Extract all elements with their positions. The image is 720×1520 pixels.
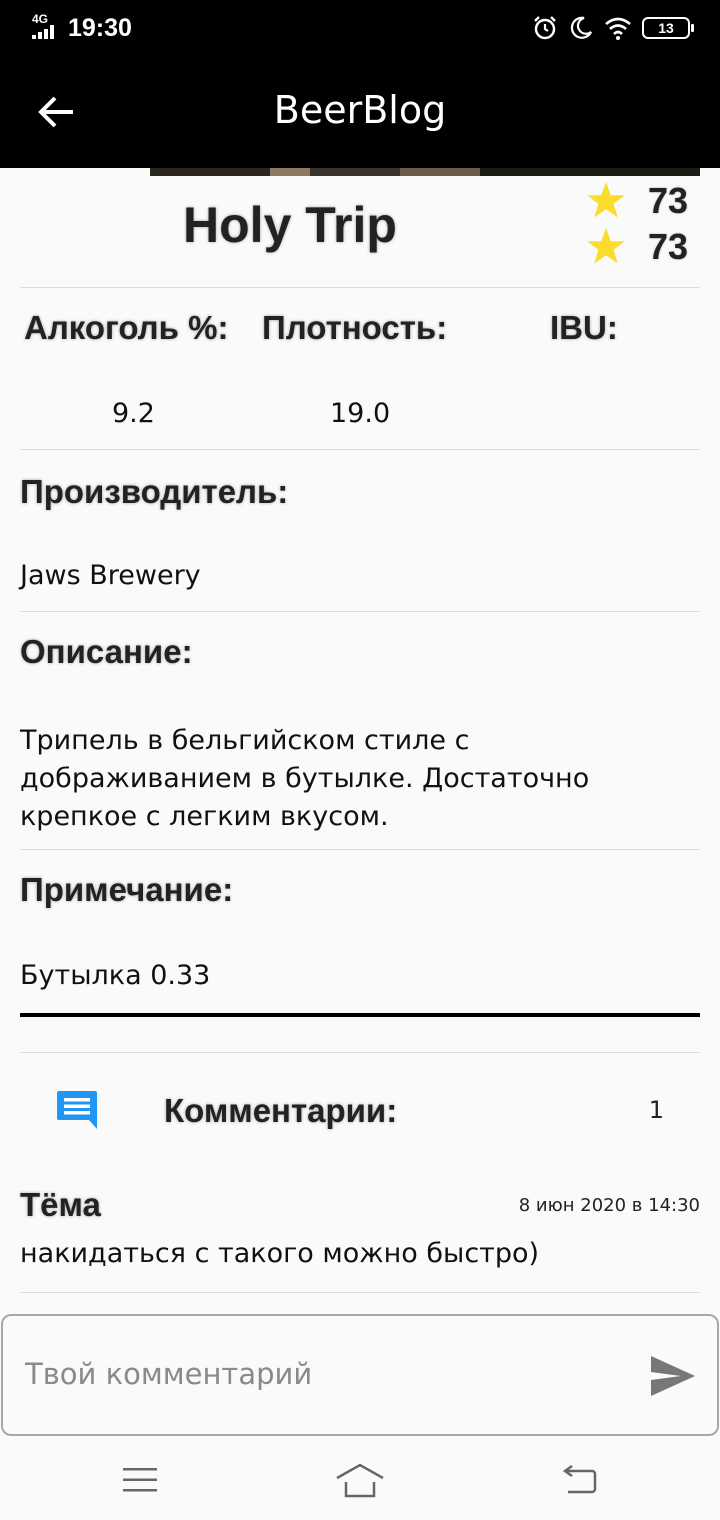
divider <box>20 449 700 450</box>
wifi-icon <box>605 17 631 40</box>
star-icon <box>587 228 625 264</box>
divider <box>20 1052 700 1053</box>
density-label: Плотность: <box>262 309 448 346</box>
status-bar: 4G 19:30 13 <box>0 0 720 56</box>
battery-icon: 13 <box>642 17 694 39</box>
ibu-label: IBU: <box>550 309 618 346</box>
beer-photo <box>0 168 720 176</box>
rating-value: 73 <box>647 226 688 267</box>
comment-author: Тёма <box>20 1186 101 1223</box>
comment-input[interactable] <box>25 1346 625 1402</box>
divider <box>20 1292 700 1293</box>
comment-text: накидаться с такого можно быстро) <box>20 1238 540 1269</box>
system-nav-bar <box>0 1440 720 1520</box>
back-nav-icon <box>562 1465 597 1494</box>
alcohol-label: Алкоголь %: <box>24 309 229 346</box>
comment-icon <box>57 1091 97 1129</box>
divider <box>20 287 700 288</box>
divider <box>20 849 700 850</box>
send-icon[interactable] <box>649 1354 697 1398</box>
signal-icon <box>32 25 54 39</box>
home-button[interactable] <box>330 1458 390 1502</box>
note-value: Бутылка 0.33 <box>20 960 211 991</box>
network-type: 4G <box>32 12 49 26</box>
alcohol-value: 9.2 <box>112 398 155 429</box>
producer-label: Производитель: <box>20 473 289 510</box>
comments-count: 1 <box>648 1096 664 1124</box>
rating-value: 73 <box>647 180 688 221</box>
comment-date: 8 июн 2020 в 14:30 <box>518 1195 700 1216</box>
app-bar: BeerBlog <box>0 56 720 168</box>
rating-row: 73 <box>586 180 688 222</box>
description-label: Описание: <box>20 633 193 670</box>
home-icon <box>336 1463 384 1498</box>
producer-value: Jaws Brewery <box>20 560 201 591</box>
beer-name: Holy Trip <box>183 197 397 253</box>
alarm-icon <box>534 16 556 40</box>
comments-title: Комментарии: <box>164 1092 398 1129</box>
rating-row: 73 <box>586 226 688 268</box>
back-nav-button[interactable] <box>550 1458 610 1502</box>
note-underline <box>20 1013 700 1017</box>
density-value: 19.0 <box>330 398 391 429</box>
status-time: 19:30 <box>68 14 132 42</box>
app-title: BeerBlog <box>273 88 447 132</box>
menu-icon <box>123 1468 157 1492</box>
menu-button[interactable] <box>110 1458 170 1502</box>
star-icon <box>587 182 625 218</box>
status-icons: 13 <box>532 14 694 42</box>
comment-input-box <box>1 1314 719 1436</box>
moon-icon <box>570 16 592 39</box>
note-label: Примечание: <box>20 871 234 908</box>
description-value: Трипель в бельгийском стиле с дображиван… <box>20 725 590 832</box>
divider <box>20 611 700 612</box>
